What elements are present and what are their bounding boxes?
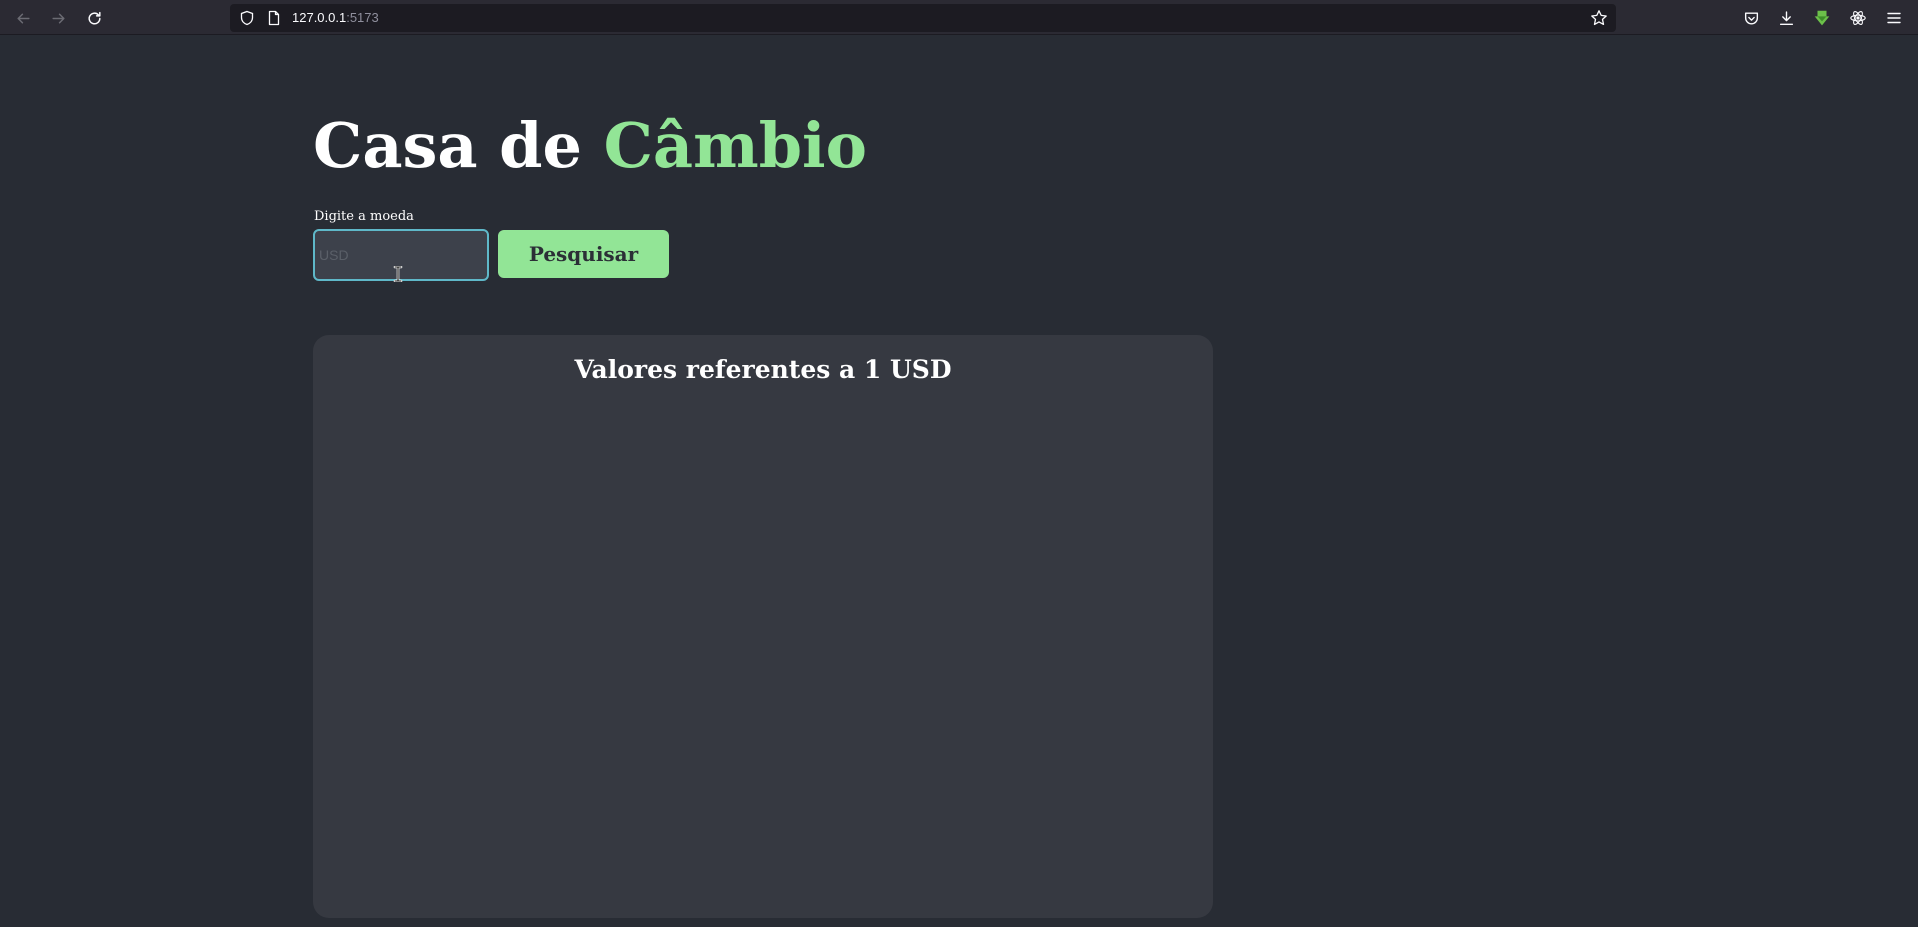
reload-button[interactable] xyxy=(81,5,107,31)
download-icon xyxy=(1779,10,1793,25)
page-title: Casa de Câmbio xyxy=(313,108,867,184)
react-devtools-icon xyxy=(1850,11,1866,25)
back-button[interactable] xyxy=(10,5,36,31)
results-panel: Valores referentes a 1 USD xyxy=(313,335,1213,918)
extension-button[interactable] xyxy=(1810,6,1834,30)
bookmark-star-icon[interactable] xyxy=(1590,9,1608,27)
shield-icon[interactable] xyxy=(239,10,255,26)
react-devtools-button[interactable] xyxy=(1846,6,1870,30)
url-port: :5173 xyxy=(346,10,379,25)
forward-icon xyxy=(51,13,65,23)
downloads-button[interactable] xyxy=(1774,6,1798,30)
reload-icon xyxy=(87,11,101,24)
url-host: 127.0.0.1 xyxy=(292,10,347,25)
extension-icon xyxy=(1814,10,1830,26)
title-prefix: Casa de xyxy=(313,109,604,182)
results-title: Valores referentes a 1 USD xyxy=(574,355,952,384)
search-button[interactable]: Pesquisar xyxy=(498,230,669,278)
back-icon xyxy=(16,13,30,23)
title-accent: Câmbio xyxy=(603,109,867,182)
pocket-icon xyxy=(1744,11,1758,24)
url-bar[interactable]: 127.0.0.1:5173 xyxy=(230,4,1616,32)
forward-button[interactable] xyxy=(45,5,71,31)
url-text[interactable]: 127.0.0.1:5173 xyxy=(292,10,379,25)
app-menu-button[interactable] xyxy=(1882,6,1906,30)
browser-toolbar: 127.0.0.1:5173 xyxy=(0,0,1918,35)
page-icon xyxy=(268,10,280,26)
pocket-button[interactable] xyxy=(1739,6,1763,30)
menu-icon xyxy=(1887,12,1901,24)
text-cursor-icon xyxy=(393,266,403,282)
currency-label: Digite a moeda xyxy=(314,209,414,224)
